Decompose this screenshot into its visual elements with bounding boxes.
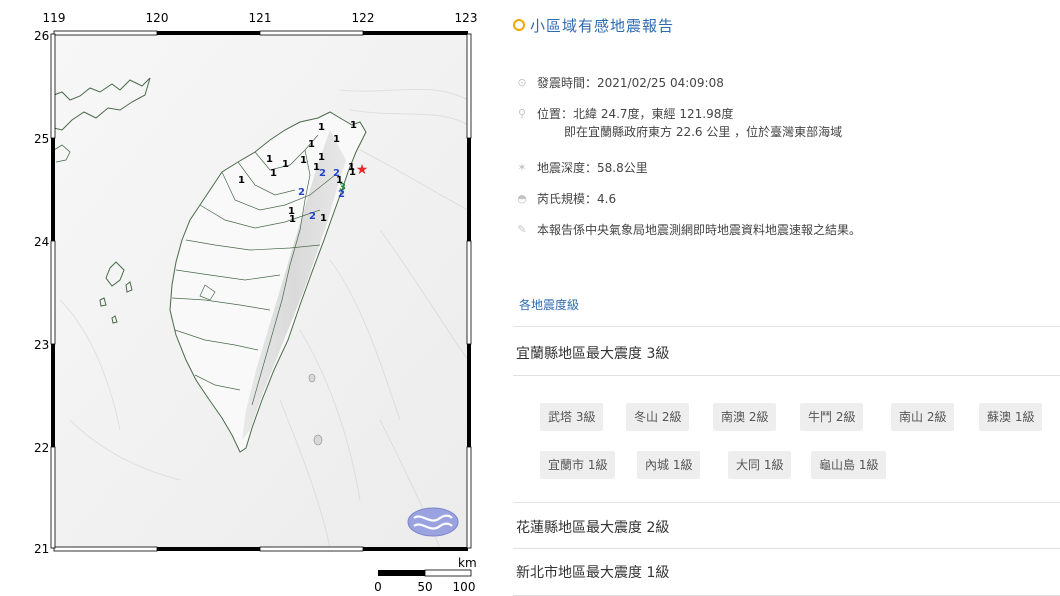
intensity-label: 2 [298,187,305,198]
info-time: ⊙ 發震時間：2021/02/25 04:09:08 [515,75,724,93]
report-title: 小區域有感地震報告 [530,16,675,35]
lat-label: 26 [34,29,49,43]
lon-label: 120 [146,11,169,25]
intensity-label: 1 [308,139,315,150]
station-badge: 武塔 3級 [540,403,604,431]
clock-icon: ⊙ [517,76,527,89]
edit-icon: ✎ [517,223,527,236]
section-title: 各地震度級 [519,298,580,312]
lon-label: 123 [455,11,478,25]
lat-label: 23 [34,338,49,352]
intensity-label: 1 [318,122,325,133]
info-location: ⚲ 位置：北緯 24.7度，東經 121.98度 即在宜蘭縣政府東方 22.6 … [515,106,842,146]
scale-label: 50 [417,580,432,594]
intensity-map-panel: 119 120 121 122 123 26 25 24 23 22 21 11… [0,0,500,596]
depth-text: 地震深度：58.8公里 [537,161,648,175]
area-panel-new-taipei[interactable]: 新北市地區最大震度 1級 [513,549,1060,596]
scale-unit: km [458,556,477,570]
report-header: 小區域有感地震報告 [513,14,674,36]
info-depth: ✶ 地震深度：58.8公里 [515,160,648,178]
station-badge: 宜蘭市 1級 [540,451,616,479]
epicenter-star-icon: ★ [356,162,369,178]
lon-label: 121 [249,11,272,25]
station-badge: 蘇澳 1級 [979,403,1043,431]
scale-label: 100 [453,580,476,594]
cwb-logo [407,507,459,537]
intensity-label: 1 [350,120,357,131]
area-divider [513,375,1060,376]
location-text: 位置：北緯 24.7度，東經 121.98度 [537,107,734,121]
lon-label: 119 [43,11,66,25]
note-text: 本報告係中央氣象局地震測網即時地震資料地震速報之結果。 [537,223,862,237]
lat-label: 25 [34,132,49,146]
area-title[interactable]: 花蓮縣地區最大震度 2級 [516,517,669,537]
lat-label: 24 [34,235,49,249]
station-badge: 牛鬥 2級 [800,403,864,431]
seismometer-icon: ◓ [517,192,527,205]
info-note: ✎ 本報告係中央氣象局地震測網即時地震資料地震速報之結果。 [515,222,861,240]
intensity-map: 119 120 121 122 123 26 25 24 23 22 21 11… [34,11,478,594]
scale-label: 0 [374,580,382,594]
intensity-label: 1 [238,175,245,186]
intensity-label: 1 [270,168,277,179]
intensity-label: 1 [282,159,289,170]
map-pin-icon: ⚲ [517,107,527,120]
station-badge: 大同 1級 [728,451,792,479]
star-icon: ✶ [517,161,527,174]
info-magnitude: ◓ 芮氏規模：4.6 [515,191,616,209]
magnitude-text: 芮氏規模：4.6 [537,192,617,206]
station-badge: 龜山島 1級 [811,451,887,479]
circle-bullet-icon [513,19,525,31]
area-panel-hualien[interactable]: 花蓮縣地區最大震度 2級 [513,502,1060,549]
area-panel-yilan[interactable]: 宜蘭縣地區最大震度 3級 武塔 3級 冬山 2級 南澳 2級 牛鬥 2級 南山 … [513,327,1060,503]
intensity-label: 1 [333,134,340,145]
station-badge: 南澳 2級 [713,403,777,431]
station-badge: 冬山 2級 [626,403,690,431]
scale-bar: km 0 50 100 [374,556,476,594]
station-badge: 內城 1級 [637,451,701,479]
intensity-label: 2 [333,168,340,179]
intensity-label: 1 [266,154,273,165]
lat-label: 21 [34,542,49,556]
intensity-label: 1 [289,214,296,225]
area-title[interactable]: 新北市地區最大震度 1級 [516,562,669,582]
intensity-label: 1 [320,213,327,224]
intensity-label: 2 [309,211,316,222]
time-text: 發震時間：2021/02/25 04:09:08 [537,76,724,90]
location-detail-text: 即在宜蘭縣政府東方 22.6 公里 ，位於臺灣東部海域 [564,125,843,139]
intensity-label: 1 [300,155,307,166]
area-title[interactable]: 宜蘭縣地區最大震度 3級 [516,343,669,363]
intensity-label: 3 [339,182,346,193]
intensity-label: 2 [319,168,326,179]
station-badge: 南山 2級 [891,403,955,431]
earthquake-report: 小區域有感地震報告 ⊙ 發震時間：2021/02/25 04:09:08 ⚲ 位… [513,0,1060,596]
lon-label: 122 [352,11,375,25]
lat-label: 22 [34,441,49,455]
